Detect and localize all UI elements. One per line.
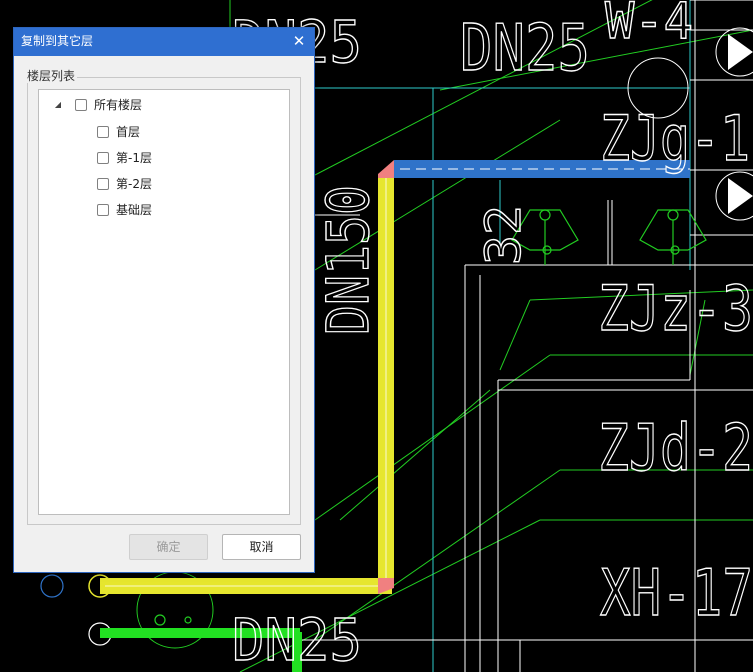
tree-item-floor-minus-1[interactable]: 第-1层: [97, 149, 152, 167]
tree-item-floor-minus-2[interactable]: 第-2层: [97, 175, 152, 193]
floor-tree: ◢ 所有楼层 首层 第-1层 第-2层 基础层: [38, 89, 290, 515]
label-xh17: XH-17: [600, 557, 753, 631]
checkbox-foundation-floor[interactable]: [97, 204, 109, 216]
label-dn25-bottom: DN25: [232, 606, 362, 672]
tree-item-foundation-floor[interactable]: 基础层: [97, 201, 152, 219]
label-dn25-top-mid: DN25: [460, 12, 590, 86]
tree-label-first-floor: 首层: [116, 125, 141, 139]
label-zjd2: ZJd-2: [598, 412, 753, 486]
label-w4: W-4: [605, 0, 693, 50]
tree-item-first-floor[interactable]: 首层: [97, 123, 140, 141]
tree-label-foundation-floor: 基础层: [116, 203, 153, 217]
checkbox-floor-minus-2[interactable]: [97, 178, 109, 190]
checkbox-first-floor[interactable]: [97, 126, 109, 138]
label-32: 32: [476, 205, 532, 265]
dialog-titlebar[interactable]: 复制到其它层 ✕: [14, 28, 314, 56]
tree-root-row[interactable]: ◢ 所有楼层: [53, 96, 142, 114]
close-icon[interactable]: ✕: [290, 32, 308, 50]
label-zjz3: ZJz-3: [598, 272, 753, 345]
checkbox-all-floors[interactable]: [75, 99, 87, 111]
copy-to-other-floors-dialog: 复制到其它层 ✕ 楼层列表 ◢ 所有楼层 首层 第-1层 第-2层 基础层 确定…: [13, 27, 315, 573]
checkbox-floor-minus-1[interactable]: [97, 152, 109, 164]
ok-button[interactable]: 确定: [129, 534, 208, 560]
dialog-title: 复制到其它层: [21, 34, 94, 48]
floor-list-group-label: 楼层列表: [25, 69, 78, 83]
cancel-button[interactable]: 取消: [222, 534, 301, 560]
tree-label-all-floors: 所有楼层: [94, 98, 143, 112]
label-zjg1: ZJg-1: [600, 102, 750, 175]
tree-label-floor-minus-1: 第-1层: [116, 151, 152, 165]
label-dn150: DN150: [314, 185, 382, 335]
expand-triangle-icon[interactable]: ◢: [53, 100, 63, 110]
tree-label-floor-minus-2: 第-2层: [116, 177, 152, 191]
